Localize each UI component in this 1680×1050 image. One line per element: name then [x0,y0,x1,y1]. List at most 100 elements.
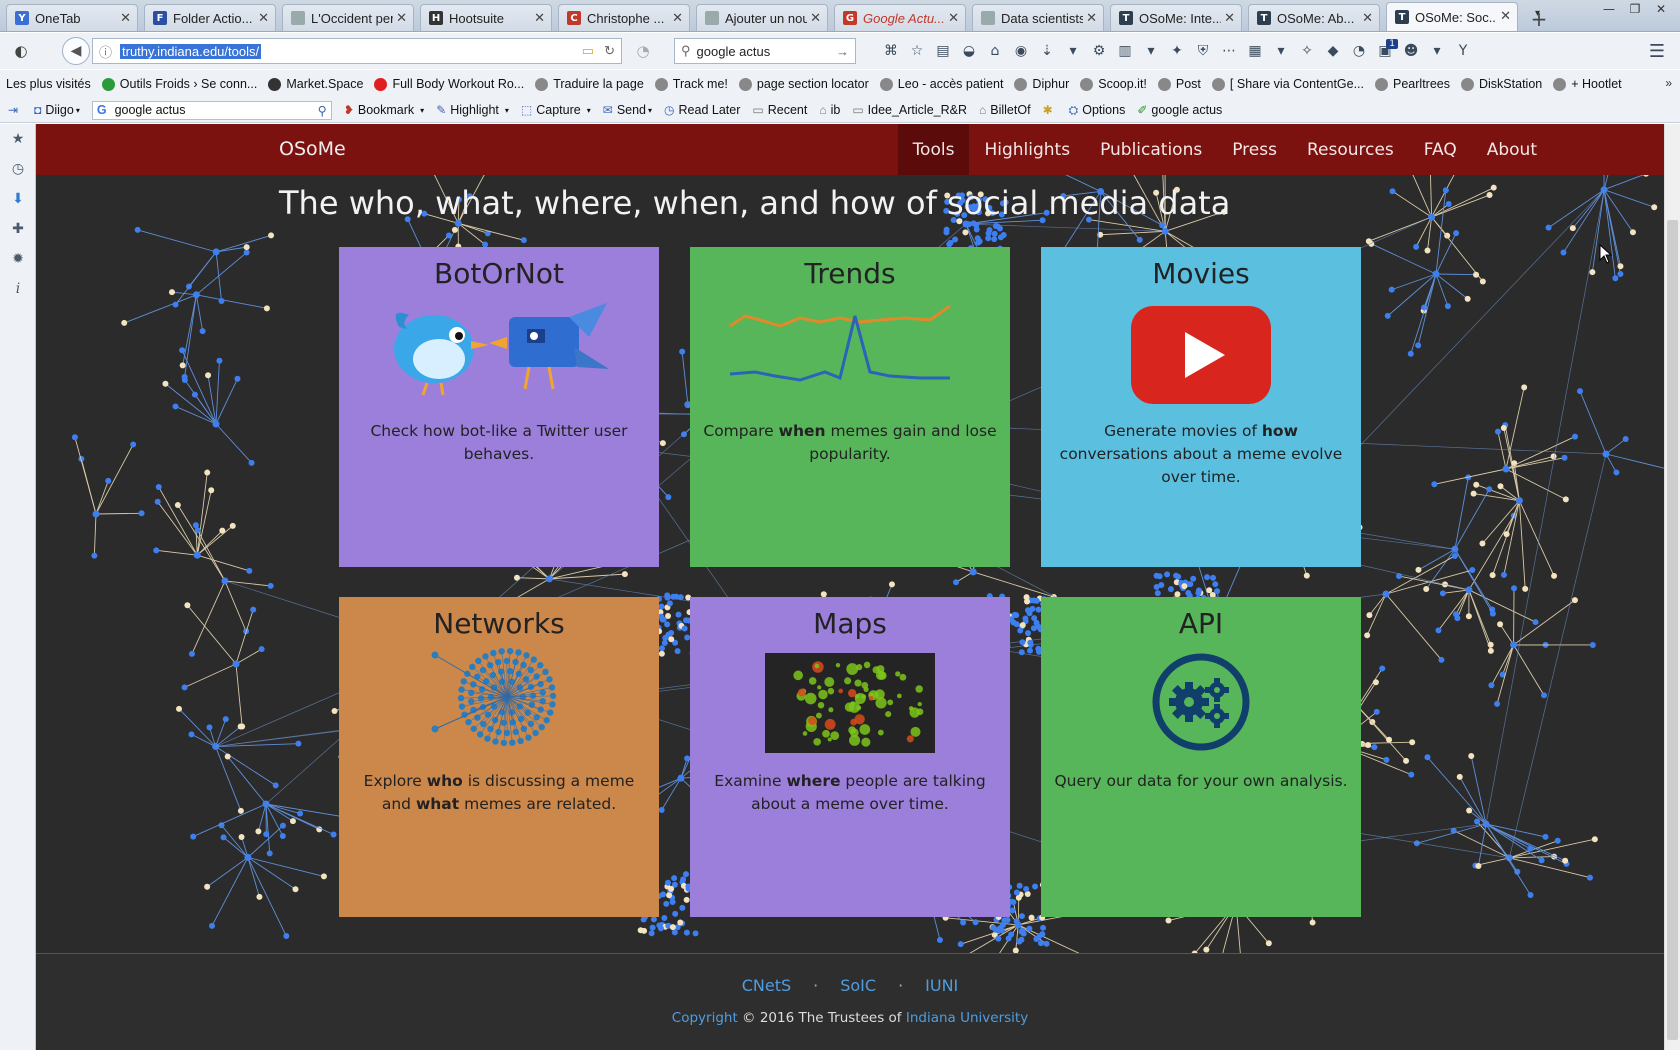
card-api[interactable]: API Query our data for your own analysis… [1041,597,1361,917]
bookmark-item[interactable]: Market.Space [268,77,363,91]
browser-tab[interactable]: T OSoMe: Soc... ✕ [1386,2,1518,31]
diigo-capture-button[interactable]: ⬚ Capture ▾ [521,103,591,117]
nav-publications[interactable]: Publications [1085,124,1217,175]
diigo-recent-button[interactable]: ▭ Recent [752,103,807,117]
pocket-icon[interactable]: ◒ [956,39,982,63]
nav-resources[interactable]: Resources [1292,124,1409,175]
search-input[interactable]: google actus [697,44,836,59]
browser-tab[interactable]: F Folder Actio... ✕ [144,4,276,31]
tab-close-icon[interactable]: ✕ [258,11,269,26]
footer-link-cnets[interactable]: CNetS [742,976,791,995]
diigo-folder-button[interactable]: ▭ Idee_Article_R&R [852,103,967,117]
diigo-menu-icon[interactable]: ◐ [10,40,32,62]
reload-icon[interactable]: ↻ [604,43,615,59]
bookmark-item[interactable]: Scoop.it! [1080,77,1147,91]
card-networks[interactable]: Networks Explore who is discussing a mem… [339,597,659,917]
footer-link-soic[interactable]: SoIC [840,976,876,995]
bookmark-item[interactable]: Diphur [1014,77,1069,91]
bookmarks-overflow-icon[interactable]: » [1665,76,1672,90]
rss-feed-icon[interactable]: ◔ [1346,39,1372,63]
nav-tools[interactable]: Tools [897,124,970,175]
card-botornot[interactable]: BotOrNot Check how bot-like a Twitter us… [339,247,659,567]
rss-icon[interactable]: ◔ [632,40,654,62]
page-scrollbar[interactable] [1664,124,1680,1050]
url-text[interactable]: truthy.indiana.edu/tools/ [120,43,262,59]
bookmark-item[interactable]: Post [1157,77,1201,91]
maximize-icon[interactable]: ❐ [1622,0,1648,18]
bookmarks-sidebar-icon[interactable]: ★ [0,124,36,154]
dropdown-icon[interactable]: ▾ [1138,39,1164,63]
tab-list-icon[interactable]: ▾ [1535,8,1540,19]
browser-tab[interactable]: Ajouter un nouv...✕ [696,4,828,31]
gear-addon-icon[interactable]: ⚙ [1086,39,1112,63]
diigo-highlight-button[interactable]: ✎ Highlight ▾ [436,103,509,117]
browser-tab[interactable]: T OSoMe: Ab... ✕ [1248,4,1380,31]
diigo-extra-icon[interactable]: ✱ [1043,103,1057,117]
home-icon[interactable]: ⌂ [982,39,1008,63]
downloads-icon[interactable]: ⇣ [1034,39,1060,63]
tab-close-icon[interactable]: ✕ [1224,11,1235,26]
diigo-send-button[interactable]: ✉ Send ▾ [603,103,652,117]
nav-about[interactable]: About [1472,124,1552,175]
badge-addon-icon[interactable]: ▣ 1 [1372,39,1398,63]
browser-tab[interactable]: T OSoMe: Inte... ✕ [1110,4,1242,31]
bookmark-item[interactable]: page section locator [738,77,869,91]
bookmark-item[interactable]: Track me! [654,77,728,91]
tab-close-icon[interactable]: ✕ [672,11,683,26]
footer-link-iuni[interactable]: IUNI [925,976,958,995]
diigo-ib-button[interactable]: ⌂ ib [819,103,840,117]
grid-icon[interactable]: ▦ [1242,39,1268,63]
university-link[interactable]: Indiana University [906,1010,1028,1026]
back-button[interactable]: ◀ [62,37,90,65]
clipboard-icon[interactable]: ▥ [1112,39,1138,63]
diigo-search-icon[interactable]: ⚲ [318,103,327,118]
bookmark-item[interactable]: [ Share via ContentGe... [1211,77,1364,91]
bookmark-item[interactable]: DiskStation [1461,77,1542,91]
browser-tab[interactable]: G Google Actu... ✕ [834,4,966,31]
diigo-options-button[interactable]: ⛭ Options [1069,103,1126,118]
reading-list-icon[interactable]: ▤ [930,39,956,63]
bookmark-item[interactable]: Traduire la page [535,77,644,91]
bookmark-item[interactable]: Leo - accès patient [879,77,1003,91]
diigo-search-input[interactable]: G google actus ⚲ [91,100,332,120]
tab-close-icon[interactable]: ✕ [1500,9,1511,24]
tab-close-icon[interactable]: ✕ [810,11,821,26]
tab-close-icon[interactable]: ✕ [1086,11,1097,26]
search-go-icon[interactable]: → [836,44,849,59]
copyright-link[interactable]: Copyright [672,1010,738,1026]
card-trends[interactable]: Trends Compare when memes gain and lose … [690,247,1010,567]
browser-tab[interactable]: H Hootsuite ✕ [420,4,552,31]
history-icon[interactable]: ◷ [0,154,36,184]
bookmark-item[interactable]: Pearltrees [1375,77,1450,91]
minimize-icon[interactable]: — [1596,0,1622,18]
diigo-bookmark-button[interactable]: ❥ Bookmark ▾ [344,103,424,117]
tab-close-icon[interactable]: ✕ [948,11,959,26]
diigo-search-text[interactable]: ✐ google actus [1137,103,1222,117]
url-bar[interactable]: ⓘ truthy.indiana.edu/tools/ ▭ ↻ [92,38,622,64]
diigo-exit-icon[interactable]: ⇥ [8,103,22,117]
tool-icon[interactable]: ✧ [1294,39,1320,63]
browser-tab[interactable]: Data scientists la...✕ [972,4,1104,31]
browser-tab[interactable]: L'Occident perdr...✕ [282,4,414,31]
nav-highlights[interactable]: Highlights [969,124,1085,175]
diigo-menu[interactable]: ◘ Diigo ▾ [34,103,80,117]
dropdown-icon[interactable]: ▾ [1060,39,1086,63]
info-icon[interactable]: i [0,274,36,304]
bookmark-item[interactable]: Les plus visités [6,77,91,91]
ublock-icon[interactable]: ⛨ [1190,39,1216,63]
sync-icon[interactable]: ⌘ [878,39,904,63]
yoast-icon[interactable]: Y [1450,39,1476,63]
cube-icon[interactable]: ◆ [1320,39,1346,63]
face-icon[interactable]: ☻ [1398,39,1424,63]
card-maps[interactable]: Maps Examine where people are talking ab… [690,597,1010,917]
tab-close-icon[interactable]: ✕ [396,11,407,26]
settings-icon[interactable]: ✹ [0,244,36,274]
search-bar[interactable]: ⚲ google actus → [674,38,856,64]
bookmark-item[interactable]: Full Body Workout Ro... [374,77,524,91]
info-icon[interactable]: ⓘ [99,42,112,61]
addons-icon[interactable]: ✚ [0,214,36,244]
addon-icon[interactable]: ✦ [1164,39,1190,63]
bookmark-item[interactable]: Outils Froids › Se conn... [101,77,257,91]
tab-close-icon[interactable]: ✕ [120,11,131,26]
bookmark-star-icon[interactable]: ☆ [904,39,930,63]
